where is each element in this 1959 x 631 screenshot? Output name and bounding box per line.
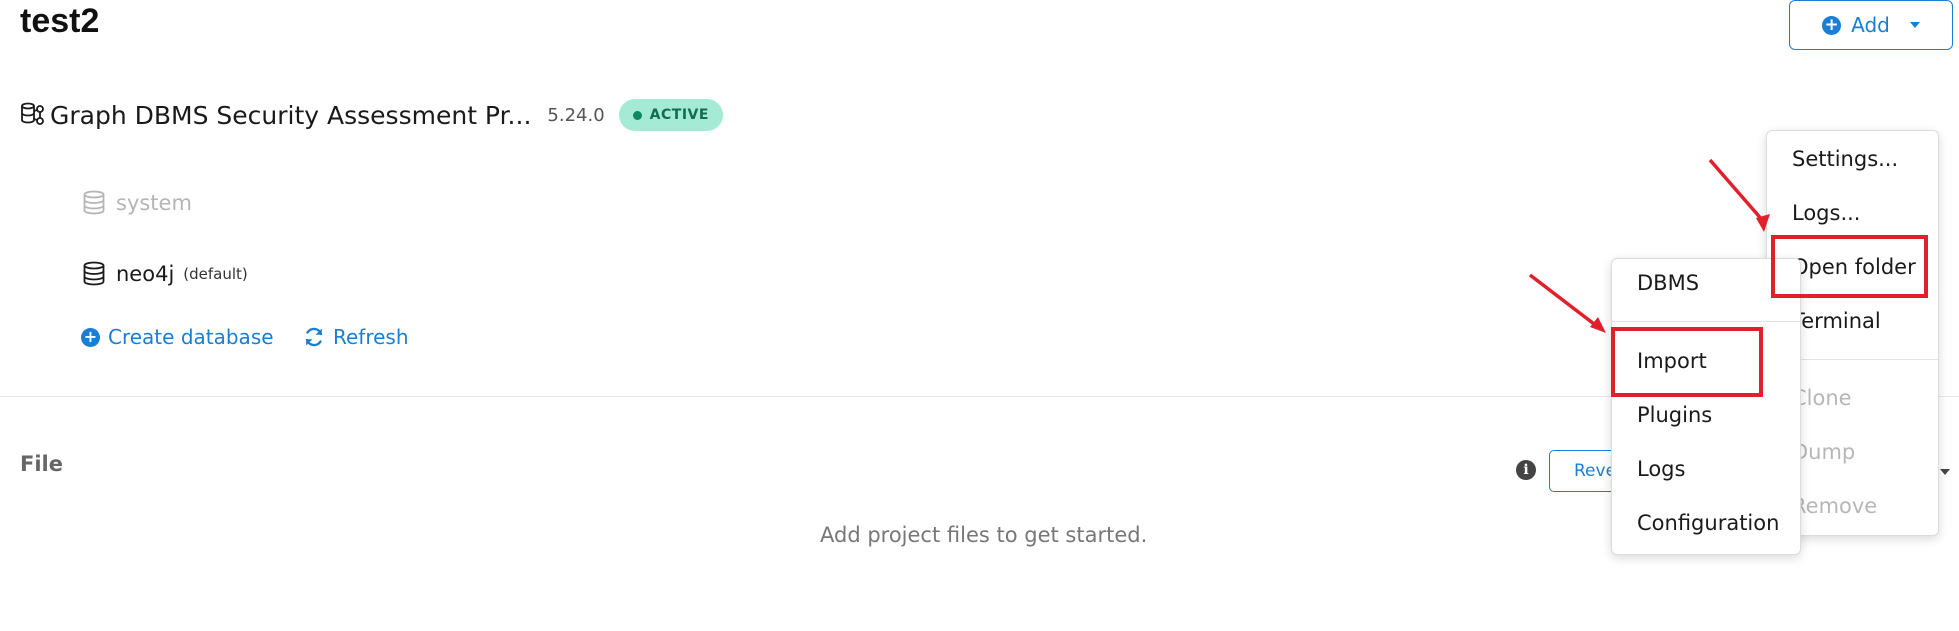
submenu-item-plugins[interactable]: Plugins	[1612, 403, 1712, 427]
refresh-icon	[305, 327, 323, 347]
database-name: system	[116, 191, 192, 215]
annotation-arrow-icon	[1528, 273, 1606, 333]
database-name: neo4j	[116, 262, 175, 286]
chevron-down-icon	[1909, 22, 1920, 28]
status-badge-label: ACTIVE	[649, 107, 709, 123]
menu-separator	[1612, 321, 1800, 322]
page-title: test2	[20, 2, 100, 40]
create-database-label: Create database	[108, 325, 274, 349]
plus-circle-icon: +	[81, 327, 100, 347]
empty-files-message: Add project files to get started.	[820, 523, 1148, 547]
submenu-item-logs[interactable]: Logs	[1612, 457, 1685, 481]
status-dot-icon	[632, 110, 642, 120]
add-button-label: Add	[1851, 13, 1890, 37]
highlight-box-import	[1611, 327, 1763, 397]
add-button[interactable]: + Add	[1789, 0, 1953, 50]
database-item-neo4j[interactable]: neo4j (default)	[82, 261, 248, 287]
status-badge: ACTIVE	[618, 99, 723, 131]
default-tag: (default)	[183, 265, 248, 283]
annotation-arrow-icon	[1708, 158, 1770, 232]
info-icon[interactable]: i	[1516, 460, 1536, 480]
dbms-icon	[21, 102, 44, 125]
dbms-row[interactable]: Graph DBMS Security Assessment Pr... 5.2…	[20, 97, 723, 133]
database-icon	[83, 261, 105, 286]
open-folder-submenu: DBMS Import Plugins Logs Configuration	[1611, 258, 1801, 555]
file-section-label: File	[20, 452, 63, 476]
database-icon	[83, 190, 105, 215]
create-database-link[interactable]: + Create database	[81, 325, 274, 349]
dbms-version: 5.24.0	[547, 104, 605, 126]
dbms-name: Graph DBMS Security Assessment Pr...	[50, 100, 532, 130]
refresh-link[interactable]: Refresh	[303, 325, 409, 349]
submenu-item-configuration[interactable]: Configuration	[1612, 511, 1779, 535]
database-item-system[interactable]: system	[82, 190, 192, 216]
refresh-label: Refresh	[333, 325, 409, 349]
plus-circle-icon: +	[1822, 15, 1842, 35]
chevron-down-icon[interactable]	[1940, 469, 1950, 475]
